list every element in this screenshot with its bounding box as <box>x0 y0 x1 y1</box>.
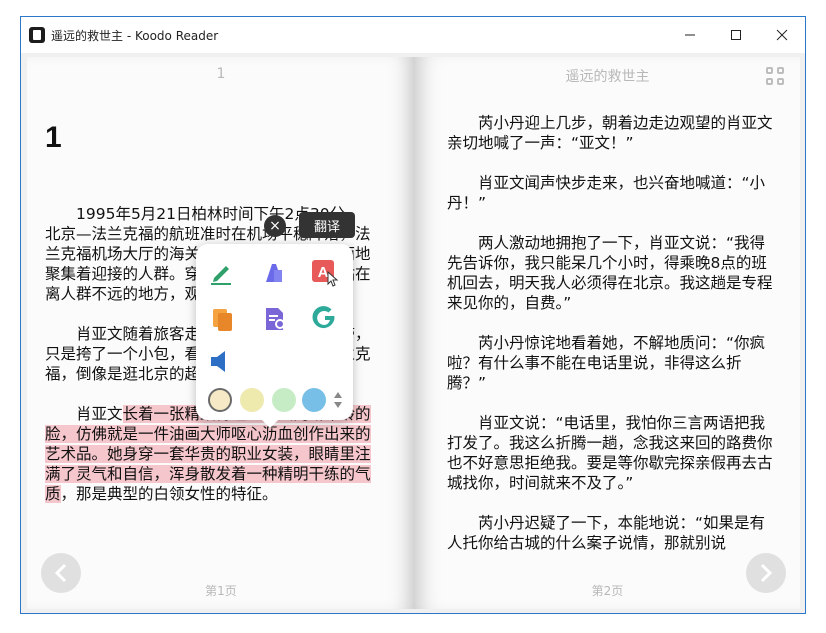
prev-page-button[interactable] <box>41 553 81 593</box>
right-page: 遥远的救世主 芮小丹迎上几步，朝着边走边观望的肖亚文亲切地喊了一声：“亚文！” … <box>415 57 800 609</box>
close-window-button[interactable] <box>759 17 805 53</box>
copy-icon <box>213 309 232 331</box>
paragraph[interactable]: 肖亚文说：“电话里，我怕你三言两语把我打发了。我这么折腾一趟，念我这来回的路费你… <box>447 413 777 493</box>
paragraph-tail: ，那是典型的白领女性的特征。 <box>60 485 278 503</box>
right-page-header: 遥远的救世主 <box>565 69 650 85</box>
paragraph[interactable]: 肖亚文闻声快步走来，也兴奋地喊道：“小丹！” <box>447 173 777 213</box>
paragraph[interactable]: 芮小丹惊诧地看着她，不解地质问：“你疯啦？有什么事不能在电话里说，非得这么折腾？… <box>447 333 777 393</box>
color-swatch-cream[interactable] <box>208 388 232 412</box>
maximize-icon <box>731 30 741 40</box>
chevron-right-icon <box>760 563 773 583</box>
translate-button[interactable]: A <box>310 258 339 287</box>
right-page-footer: 第2页 <box>591 584 624 598</box>
close-popup-button[interactable]: × <box>264 215 286 237</box>
popup-arrow <box>262 420 278 428</box>
chevron-left-icon <box>54 563 67 583</box>
title-bar: 遥远的救世主 - Koodo Reader <box>21 17 805 53</box>
next-page-button[interactable] <box>746 553 786 593</box>
left-page-footer: 第1页 <box>205 584 237 598</box>
paragraph[interactable]: 两人激动地拥抱了一下，肖亚文说：“我得先告诉你，我只能呆几个小时，得乘晚8点的班… <box>447 233 777 313</box>
note-button[interactable] <box>208 260 234 286</box>
left-page-header: 1 <box>216 66 226 82</box>
paragraph[interactable]: 芮小丹迎上几步，朝着边走边观望的肖亚文亲切地喊了一声：“亚文！” <box>447 113 777 153</box>
search-button[interactable] <box>262 306 288 332</box>
minimize-icon <box>685 34 695 36</box>
right-page-text[interactable]: 芮小丹迎上几步，朝着边走边观望的肖亚文亲切地喊了一声：“亚文！” 肖亚文闻声快步… <box>447 113 777 573</box>
speak-button[interactable] <box>208 348 234 374</box>
svg-text:A: A <box>318 264 329 281</box>
paragraph[interactable]: 芮小丹迟疑了一下，本能地说：“如果是有人托你给古城的什么案子说情，那就别说 <box>447 513 777 553</box>
close-icon <box>776 29 788 41</box>
reader-area: 1 1 1995年5月21日柏林时间下午2点30分，北京—法兰克福的航班准时在机… <box>21 53 805 613</box>
window-title: 遥远的救世主 - Koodo Reader <box>51 29 219 43</box>
selection-popup: A <box>196 244 353 428</box>
color-swatch-green[interactable] <box>272 388 296 412</box>
search-doc-icon <box>266 308 287 331</box>
color-swatch-yellow[interactable] <box>240 388 264 412</box>
google-icon <box>312 306 335 329</box>
grid-view-icon[interactable] <box>766 67 786 87</box>
speak-icon <box>211 351 225 372</box>
color-swatch-blue[interactable] <box>302 388 326 412</box>
chapter-heading: 1 <box>45 121 62 154</box>
paragraph-lead: 肖亚文 <box>76 405 123 423</box>
note-pen-icon <box>211 266 231 285</box>
minimize-button[interactable] <box>667 17 713 53</box>
app-window: 遥远的救世主 - Koodo Reader 1 1 1995年5月21日柏林时间… <box>20 16 806 614</box>
copy-button[interactable] <box>210 306 236 332</box>
app-logo-icon <box>29 27 45 43</box>
translate-icon: A <box>312 260 339 287</box>
translate-tooltip: 翻译 <box>299 212 355 238</box>
google-search-button[interactable] <box>312 304 338 330</box>
maximize-button[interactable] <box>713 17 759 53</box>
highlight-button[interactable] <box>262 260 288 286</box>
color-toggle-arrows-icon[interactable] <box>333 391 343 413</box>
highlight-icon <box>266 264 282 282</box>
